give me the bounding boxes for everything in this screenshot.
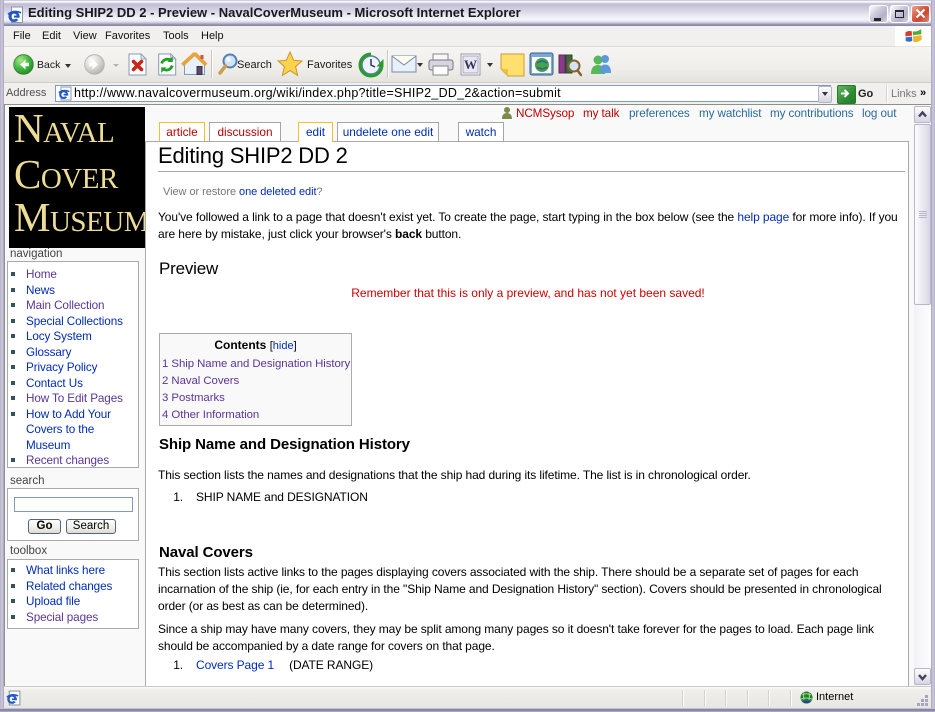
svg-text:W: W <box>464 57 477 72</box>
